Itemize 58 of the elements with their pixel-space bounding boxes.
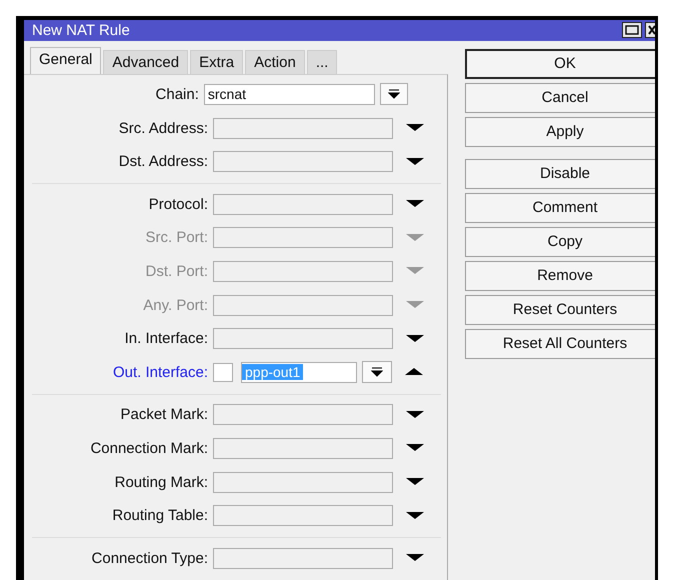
expand-arrow-icon[interactable]	[406, 444, 424, 452]
field-label: Protocol:	[148, 196, 209, 213]
input-field[interactable]	[213, 151, 393, 172]
expand-arrow-icon[interactable]	[406, 124, 424, 132]
expand-arrow-icon[interactable]	[406, 200, 424, 208]
tab[interactable]: General	[30, 46, 102, 74]
field-label: Packet Mark:	[119, 406, 209, 424]
input-field[interactable]	[213, 404, 393, 426]
input-field[interactable]	[213, 438, 393, 459]
maximize-icon[interactable]	[622, 22, 642, 38]
tab[interactable]: Action	[245, 50, 305, 74]
dropdown-icon	[388, 89, 400, 100]
field-label: Out. Interface:	[112, 364, 209, 381]
expand-arrow-icon[interactable]	[406, 334, 424, 343]
input-field[interactable]	[213, 328, 393, 350]
field-value: ppp-out1	[242, 364, 304, 380]
input-field[interactable]	[213, 472, 393, 493]
field-label: Src. Port:	[144, 229, 209, 246]
action-button[interactable]: Reset All Counters	[465, 328, 655, 359]
action-button[interactable]: Cancel	[465, 82, 655, 113]
field-label: Dst. Port:	[144, 262, 209, 280]
field-label: Routing Table:	[111, 507, 209, 524]
field-label: Connection Type:	[90, 550, 209, 567]
action-button[interactable]: Copy	[465, 226, 655, 257]
input-field[interactable]	[213, 118, 393, 139]
expand-arrow-icon[interactable]	[406, 410, 424, 419]
expand-arrow-icon[interactable]	[406, 478, 424, 486]
tab[interactable]: Advanced	[103, 50, 188, 74]
action-button[interactable]: OK	[465, 48, 655, 79]
field-value: srcnat	[206, 86, 248, 102]
tab[interactable]: Extra	[190, 50, 244, 74]
input-field[interactable]	[213, 548, 393, 569]
input-field[interactable]	[213, 194, 393, 215]
checkbox[interactable]	[213, 362, 233, 382]
tab[interactable]: ...	[306, 50, 338, 74]
close-icon[interactable]	[645, 22, 655, 38]
field-label: Connection Mark:	[89, 440, 209, 457]
expand-arrow-icon[interactable]	[406, 512, 424, 520]
field-label: Dst. Address:	[118, 153, 209, 170]
window-title: New NAT Rule	[32, 22, 130, 39]
dropdown-button[interactable]	[362, 361, 392, 384]
input-field[interactable]	[213, 505, 393, 526]
input-field[interactable]: srcnat	[204, 84, 375, 105]
field-label: In. Interface:	[124, 330, 209, 348]
dropdown-icon	[371, 367, 383, 378]
field-label: Src. Address:	[118, 120, 209, 137]
action-button[interactable]: Remove	[465, 260, 655, 291]
field-label: Chain:	[154, 86, 200, 103]
action-button[interactable]: Disable	[465, 158, 655, 189]
field-label: Any. Port:	[142, 296, 209, 314]
action-button[interactable]: Reset Counters	[465, 294, 655, 325]
expand-arrow-icon[interactable]	[406, 158, 424, 166]
action-button[interactable]: Comment	[465, 192, 655, 223]
collapse-arrow-icon[interactable]	[405, 368, 423, 376]
field-label: Routing Mark:	[114, 474, 209, 491]
expand-arrow-icon[interactable]	[406, 554, 424, 562]
action-button[interactable]: Apply	[465, 116, 655, 147]
dropdown-button[interactable]	[380, 83, 408, 106]
